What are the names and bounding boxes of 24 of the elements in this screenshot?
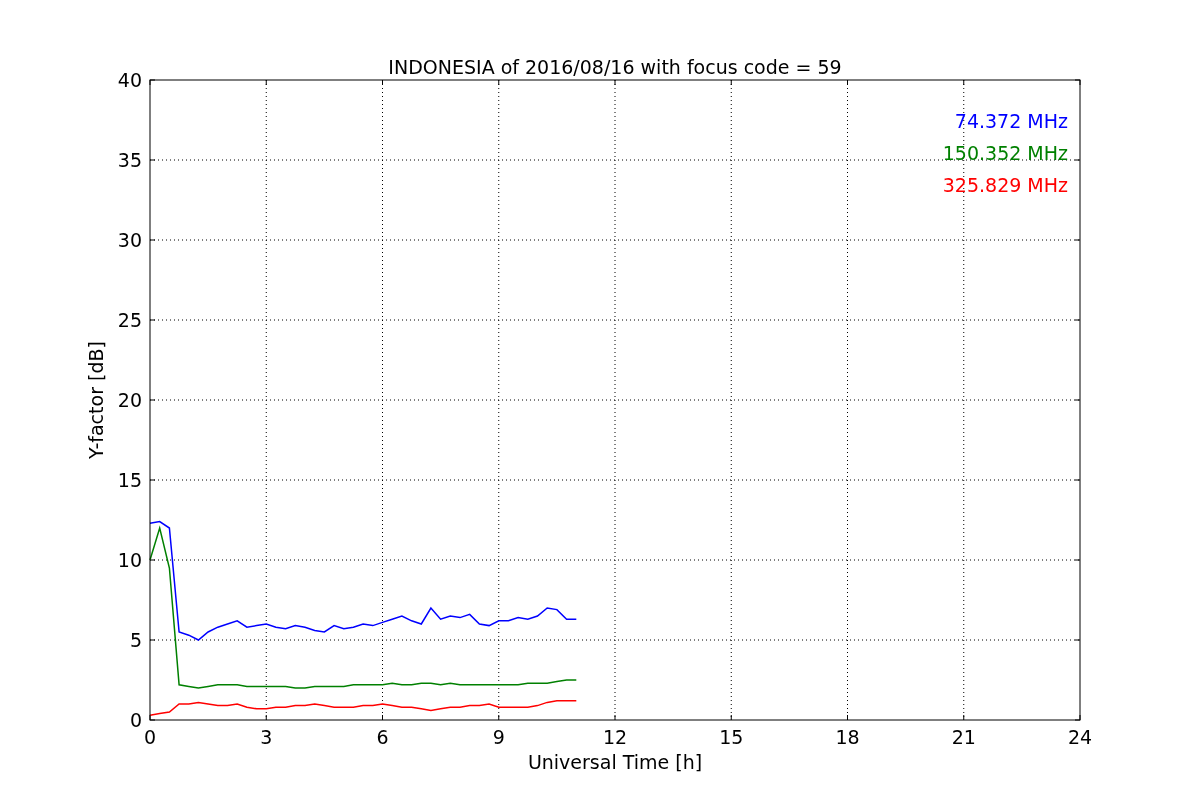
y-tick-label: 30: [117, 229, 142, 251]
y-tick-label: 35: [117, 149, 142, 171]
x-tick-label: 15: [719, 726, 744, 748]
x-tick-label: 21: [951, 726, 976, 748]
x-tick-label: 24: [1067, 726, 1093, 748]
x-tick-label: 12: [602, 726, 628, 748]
x-tick-label: 6: [376, 726, 389, 748]
y-tick-label: 40: [117, 69, 142, 91]
y-tick-label: 25: [117, 309, 142, 331]
legend-label: 74.372 MHz: [954, 110, 1068, 132]
x-tick-label: 9: [492, 726, 505, 748]
x-axis-title: Universal Time [h]: [527, 751, 703, 773]
y-tick-label: 10: [117, 549, 142, 571]
x-tick-label: 0: [143, 726, 157, 748]
y-tick-label: 0: [129, 709, 142, 731]
y-tick-label: 20: [117, 389, 142, 411]
y-tick-label: 15: [117, 469, 142, 491]
legend-label: 150.352 MHz: [942, 142, 1068, 164]
x-tick-label: 18: [835, 726, 860, 748]
y-tick-label: 5: [129, 629, 142, 651]
x-tick-label: 3: [260, 726, 273, 748]
legend-label: 325.829 MHz: [942, 174, 1068, 196]
chart-title: INDONESIA of 2016/08/16 with focus code = 59: [388, 56, 842, 78]
y-axis-title: Y-factor [dB]: [85, 341, 107, 459]
